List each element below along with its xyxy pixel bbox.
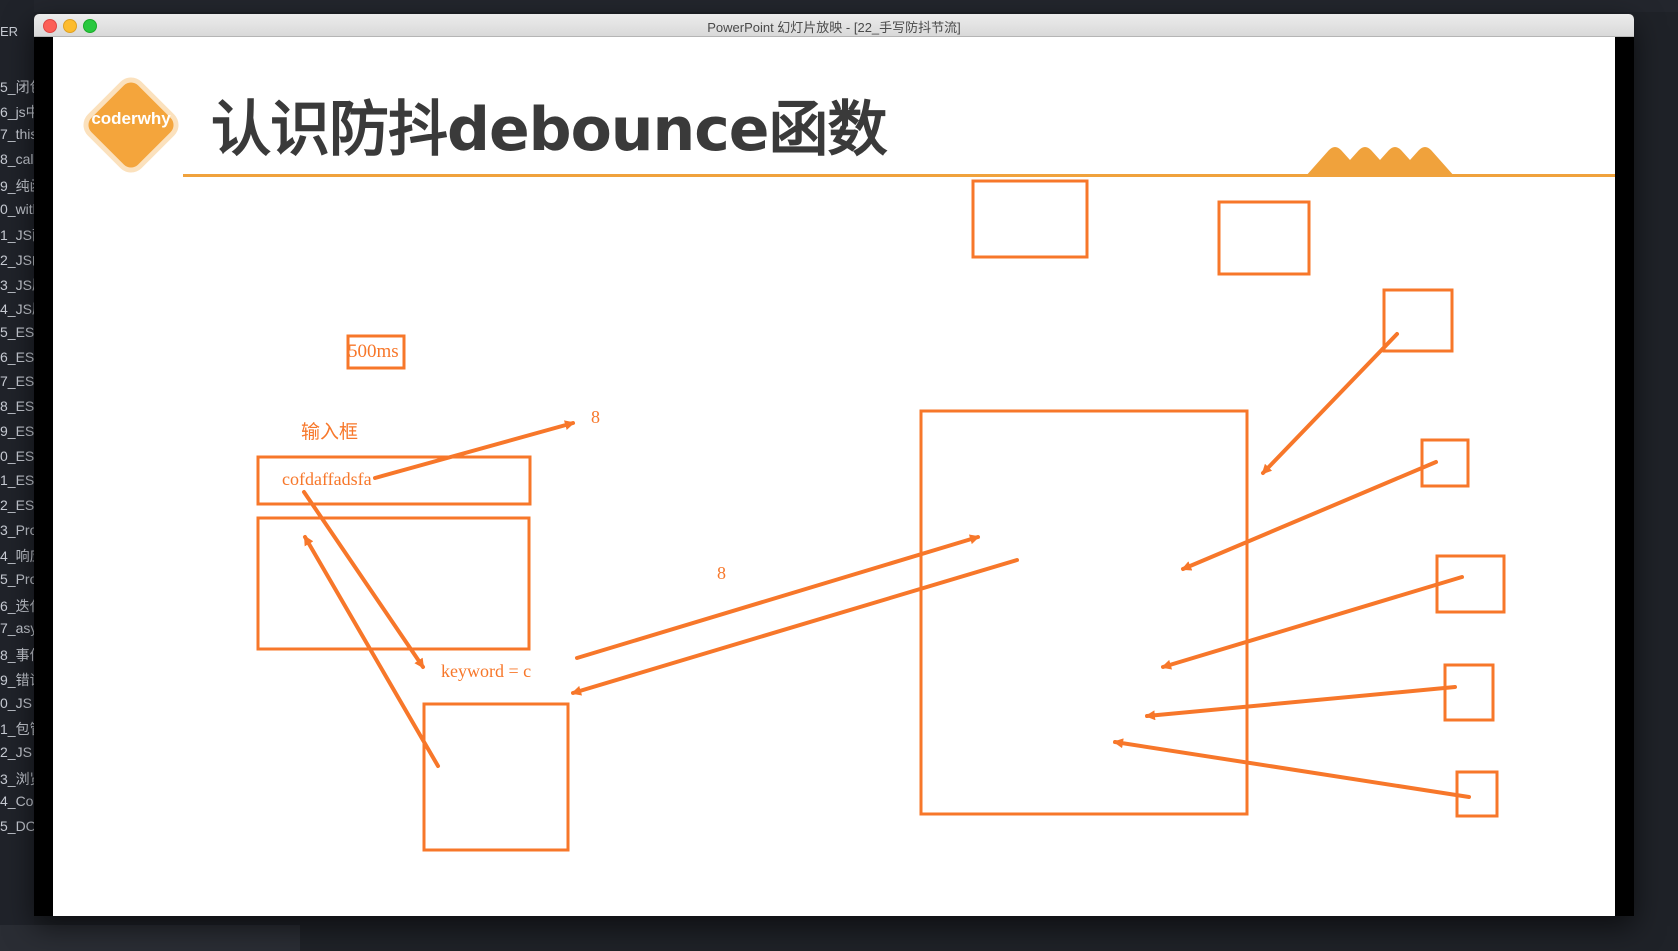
sidebar-file-item[interactable]: 4_Co	[0, 793, 33, 809]
sidebar-file-item[interactable]: 8_cal	[0, 151, 33, 167]
arrow-input-to-count	[373, 420, 575, 480]
arrow-handler-to-result	[303, 535, 440, 768]
window-titlebar[interactable]: PowerPoint 幻灯片放映 - [22_手写防抖节流]	[34, 14, 1634, 37]
timer-label: 500ms	[348, 341, 399, 362]
arrow-event-6	[1145, 685, 1457, 721]
editor-sidebar: ER 5_闭包 6_js中 7_this 8_cal 9_纯函 0_with 1_JS面 2_…	[0, 0, 34, 951]
sidebar-file-item[interactable]: 7_ES6	[0, 373, 34, 389]
sidebar-file-item[interactable]: 1_JS面	[0, 225, 34, 245]
event-box-6	[1443, 663, 1495, 722]
sidebar-file-item[interactable]: 0_JS	[0, 695, 32, 711]
sidebar-file-item[interactable]: 6_js中	[0, 102, 34, 122]
sidebar-file-item[interactable]: 1_ES1	[0, 472, 34, 488]
sidebar-file-item[interactable]: 3_浏览	[0, 769, 34, 789]
sidebar-file-item[interactable]: 8_事件	[0, 645, 34, 665]
arrow-event-4	[1181, 460, 1438, 571]
keyword-label: keyword = c	[441, 661, 532, 681]
sidebar-file-item[interactable]: 9_ES8	[0, 423, 34, 439]
sidebar-file-item[interactable]: 2_ES	[0, 497, 34, 513]
event-box-7	[1455, 770, 1499, 818]
input-value-text: cofdaffadsfa	[282, 469, 372, 489]
sidebar-file-item[interactable]: 7_asy	[0, 620, 34, 636]
arrow-event-3	[1261, 332, 1399, 475]
sidebar-file-item[interactable]: 9_错误	[0, 670, 34, 690]
input-label: 输入框	[301, 421, 359, 443]
slide-canvas[interactable]: coderwhy 认识防抖debounce函数 500ms 输入框 cofdaf…	[53, 37, 1615, 916]
sidebar-header-label: ER	[0, 24, 19, 39]
sidebar-file-item[interactable]: 4_响应	[0, 546, 34, 566]
sidebar-file-item[interactable]: 4_JS原	[0, 299, 34, 319]
count-top-label: 8	[591, 407, 600, 427]
arrow-event-5	[1161, 575, 1464, 670]
sidebar-file-item[interactable]: 2_JS	[0, 744, 32, 760]
background-status-panel	[0, 925, 300, 951]
event-box-3	[1382, 288, 1454, 353]
arrow-event-7	[1113, 738, 1471, 799]
handler-box	[422, 702, 570, 852]
sidebar-file-item[interactable]: 9_纯函	[0, 176, 34, 196]
sidebar-file-item[interactable]: 1_包管	[0, 719, 34, 739]
sidebar-file-item[interactable]: 2_JS函	[0, 250, 34, 270]
sidebar-file-item[interactable]: 5_DO	[0, 818, 34, 834]
sidebar-file-item[interactable]: 5_闭包	[0, 77, 34, 97]
sidebar-file-item[interactable]: 5_Pro	[0, 571, 34, 587]
sidebar-file-item[interactable]: 0_ES	[0, 448, 34, 464]
background-editor-panel	[34, 0, 1678, 12]
slideshow-window: PowerPoint 幻灯片放映 - [22_手写防抖节流] coderwhy …	[34, 14, 1634, 916]
sidebar-file-item[interactable]: 7_this	[0, 126, 34, 142]
sidebar-file-item[interactable]: 0_with	[0, 201, 34, 217]
sidebar-file-item[interactable]: 5_ES6	[0, 324, 34, 340]
window-title: PowerPoint 幻灯片放映 - [22_手写防抖节流]	[707, 20, 961, 35]
sidebar-file-item[interactable]: 3_JS原	[0, 275, 34, 295]
event-box-1	[971, 179, 1089, 259]
arrow-request-to-server	[575, 534, 980, 660]
sidebar-file-item[interactable]: 6_迭代	[0, 596, 34, 616]
count-middle-label: 8	[717, 563, 726, 583]
result-box	[256, 516, 531, 651]
sidebar-file-item[interactable]: 8_ES7	[0, 398, 34, 414]
event-box-2	[1217, 200, 1311, 276]
arrow-server-to-response	[571, 558, 1019, 696]
event-box-5	[1435, 554, 1506, 614]
sidebar-file-item[interactable]: 6_ES6	[0, 349, 34, 365]
sidebar-file-item[interactable]: 3_Pro	[0, 522, 34, 538]
